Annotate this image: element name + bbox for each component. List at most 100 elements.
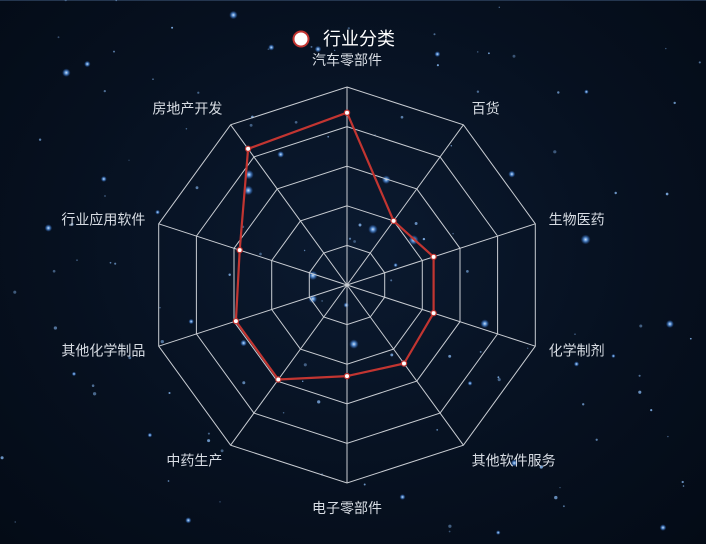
star-dot	[242, 381, 246, 385]
star-dot	[38, 138, 42, 141]
star-dot	[448, 524, 452, 528]
star-dot	[115, 0, 117, 2]
star-dot	[152, 78, 154, 80]
star-dot	[64, 0, 67, 2]
star-dot	[433, 33, 436, 36]
star-dot	[562, 505, 565, 508]
star-dot	[422, 237, 426, 241]
star-dot	[207, 439, 211, 443]
star-dot	[277, 151, 285, 158]
star-dot	[159, 306, 161, 309]
star-dot	[665, 47, 667, 50]
star-dot	[448, 354, 452, 358]
star-dot	[317, 400, 321, 404]
star-dot	[103, 89, 106, 93]
star-dot	[327, 135, 330, 138]
star-dot	[557, 91, 560, 94]
indicator-label: 化学制剂	[549, 344, 605, 360]
series-point[interactable]	[430, 309, 437, 317]
star-dot	[584, 89, 589, 95]
star-dot	[682, 485, 685, 487]
indicator-label: 房地产开发	[152, 102, 222, 118]
star-dot	[57, 36, 60, 39]
star-dot	[167, 480, 170, 482]
series-point[interactable]	[236, 246, 243, 254]
star-dot	[228, 273, 231, 277]
star-dot	[197, 91, 200, 94]
series-point[interactable]	[343, 109, 351, 116]
star-dot	[91, 384, 95, 387]
star-dot	[363, 483, 366, 486]
star-dot	[393, 262, 398, 268]
star-dot	[294, 120, 298, 124]
axis-line	[346, 124, 464, 286]
star-dot	[673, 101, 676, 105]
star-dot	[480, 319, 490, 329]
star-dot	[559, 486, 561, 489]
legend[interactable]: 行业分类	[292, 29, 396, 50]
star-dot	[595, 438, 598, 441]
axis-line	[230, 284, 348, 446]
series-point[interactable]	[343, 372, 351, 380]
star-dot	[508, 170, 516, 178]
star-dot	[498, 6, 501, 9]
star-dot	[62, 68, 71, 77]
series-point[interactable]	[244, 145, 252, 152]
star-dot	[698, 61, 701, 64]
star-dot	[71, 371, 77, 377]
star-dot	[368, 224, 378, 234]
series-point[interactable]	[430, 253, 437, 261]
star-dot	[638, 390, 642, 394]
star-dot	[665, 192, 669, 196]
star-dot	[665, 319, 674, 329]
star-dot	[188, 318, 194, 325]
star-dot	[267, 48, 270, 51]
star-dot	[349, 339, 359, 349]
star-dot	[44, 224, 53, 232]
star-dot	[53, 326, 58, 330]
radar-chart: 汽车零部件百货生物医药化学制剂其他软件服务电子零部件 中药生产 其他化学制品行业应用…	[0, 0, 701, 535]
star-dot	[240, 339, 247, 347]
star-dot	[104, 195, 106, 197]
series-point[interactable]	[390, 217, 397, 225]
star-dot	[390, 353, 394, 357]
legend-label[interactable]: 行业分类	[323, 29, 395, 50]
indicator-label: 行业应用软件	[61, 212, 145, 229]
star-dot	[358, 223, 362, 227]
star-dot	[497, 376, 500, 379]
star-dot	[614, 191, 617, 195]
star-dot	[207, 432, 210, 435]
star-dot	[14, 521, 16, 523]
indicator-labels: 汽车零部件百货生物医药化学制剂其他软件服务电子零部件 中药生产 其他化学制品行业应用…	[61, 52, 604, 517]
star-dot	[580, 234, 591, 245]
star-dot	[400, 115, 404, 119]
star-dot	[113, 50, 115, 53]
radar-series[interactable]	[232, 109, 437, 383]
star-dot	[147, 432, 153, 438]
star-dot	[466, 270, 469, 273]
star-dot	[185, 517, 192, 524]
axis-line	[158, 223, 348, 286]
star-dot	[689, 337, 692, 340]
star-dot	[497, 378, 501, 382]
legend-marker-icon[interactable]	[292, 30, 310, 48]
star-dot	[185, 128, 188, 130]
star-dot	[249, 123, 253, 127]
star-dot	[512, 54, 516, 58]
indicator-label: 电子零部件	[312, 501, 382, 517]
star-dot	[611, 353, 616, 359]
star-dot	[220, 449, 224, 453]
series-point[interactable]	[275, 376, 282, 383]
star-dot	[399, 494, 406, 500]
star-dot	[667, 435, 669, 438]
star-dot	[171, 26, 174, 29]
indicator-label: 汽车零部件	[312, 52, 382, 69]
star-dot	[452, 232, 454, 235]
series-point[interactable]	[232, 317, 240, 325]
star-dot	[114, 262, 117, 265]
star-dot	[488, 52, 490, 55]
star-dot	[353, 240, 356, 243]
series-point[interactable]	[400, 360, 408, 367]
indicator-label: 百货	[472, 101, 500, 118]
star-dot	[282, 412, 285, 414]
